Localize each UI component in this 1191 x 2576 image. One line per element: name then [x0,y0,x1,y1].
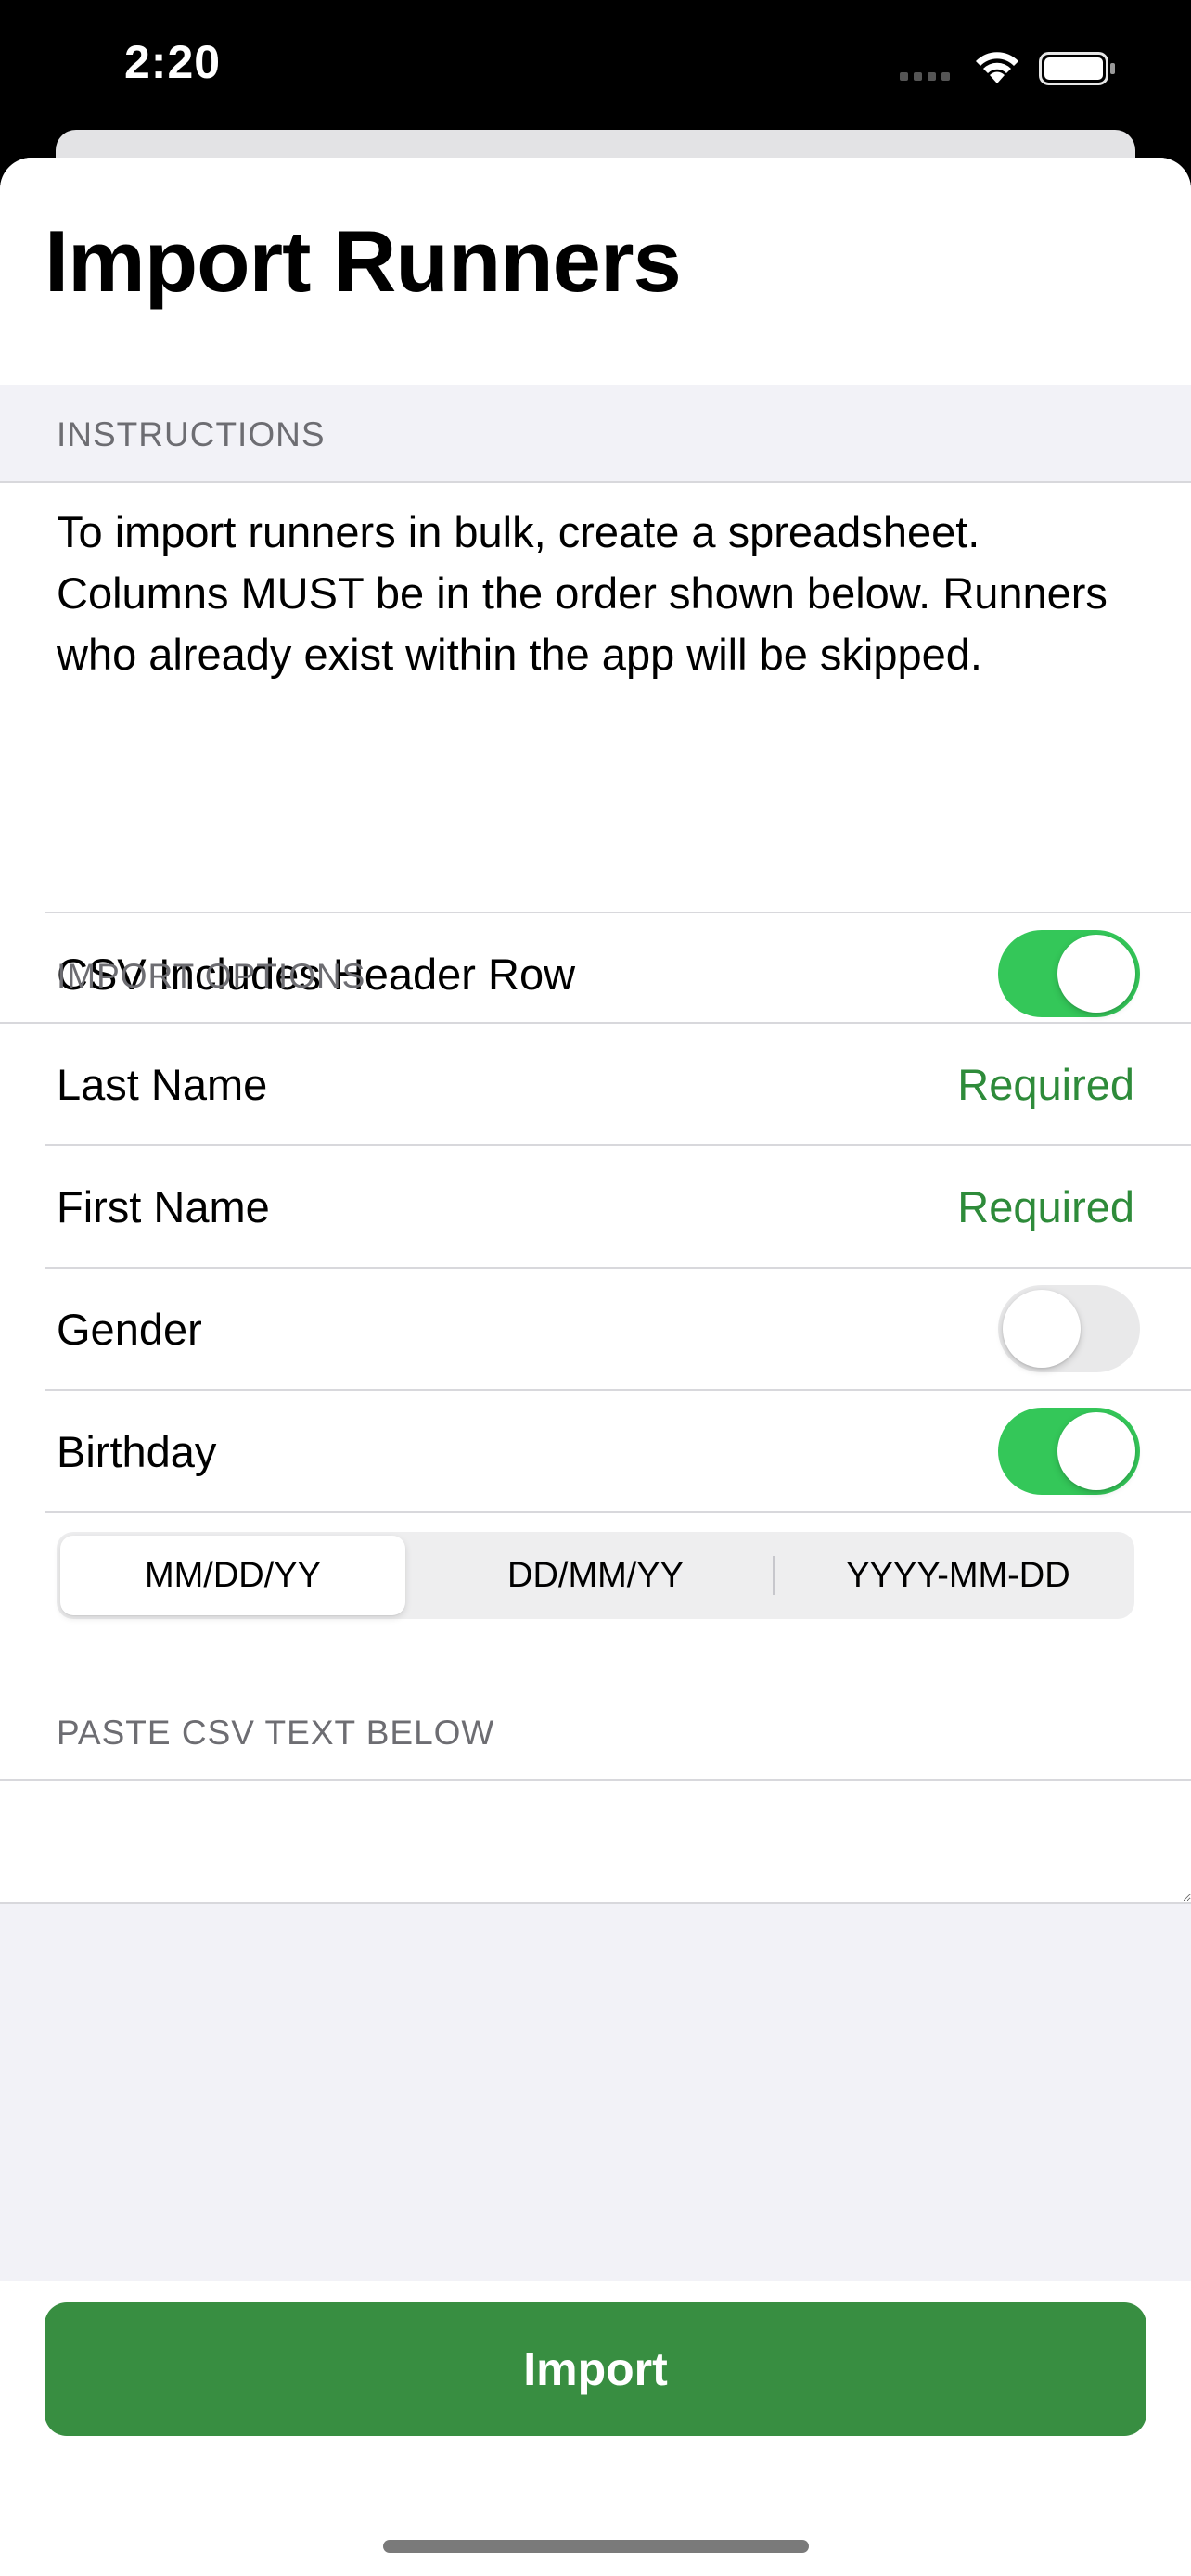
toggle-knob [1003,1290,1081,1368]
sheet-header: Import Runners [0,158,1191,385]
date-format-option-mm-dd-yy[interactable]: MM/DD/YY [60,1536,405,1615]
csv-text-input[interactable] [0,1781,1191,1902]
instructions-section-header: INSTRUCTIONS [57,415,326,453]
divider [0,1902,1191,1904]
wifi-icon [976,52,1018,83]
segment-separator [773,1556,775,1595]
import-runners-sheet: Import Runners INSTRUCTIONS To import ru… [0,158,1191,2576]
cellular-signal-icon [900,72,950,81]
birthday-row: Birthday [0,1391,1191,1511]
status-time: 2:20 [124,36,222,88]
import-options-section-header: IMPORT OPTIONS [57,957,366,995]
page-title: Import Runners [45,212,682,310]
gender-toggle[interactable] [998,1285,1140,1372]
screen: 2:20 Import Runners INSTRUCTIONS To impo… [0,0,1191,2576]
home-indicator [383,2540,809,2553]
date-format-option-yyyy-mm-dd[interactable]: YYYY-MM-DD [786,1536,1131,1615]
status-bar: 2:20 [0,0,1191,139]
toggle-knob [1057,1412,1135,1490]
header-row-toggle[interactable] [998,930,1140,1017]
last-name-required-value: Required [957,1059,1134,1109]
first-name-required-value: Required [957,1181,1134,1231]
date-format-segmented-control: MM/DD/YY DD/MM/YY YYYY-MM-DD [57,1532,1134,1619]
gender-row: Gender [0,1269,1191,1389]
instructions-group: To import runners in bulk, create a spre… [0,481,1191,1037]
first-name-row: First Name Required [0,1146,1191,1267]
paste-csv-section-header: PASTE CSV TEXT BELOW [57,1714,495,1752]
first-name-label: First Name [57,1181,270,1231]
last-name-row: Last Name Required [0,1024,1191,1144]
toggle-knob [1057,935,1135,1013]
gender-label: Gender [57,1304,202,1354]
date-format-option-dd-mm-yy[interactable]: DD/MM/YY [423,1536,768,1615]
birthday-label: Birthday [57,1426,217,1476]
divider [0,481,1191,483]
battery-icon [1039,52,1115,85]
import-options-group: Last Name Required First Name Required G… [0,1022,1191,1793]
divider [45,1511,1191,1513]
import-button[interactable]: Import [45,2302,1146,2436]
instructions-text: To import runners in bulk, create a spre… [57,507,1108,679]
birthday-toggle[interactable] [998,1408,1140,1495]
last-name-label: Last Name [57,1059,268,1109]
